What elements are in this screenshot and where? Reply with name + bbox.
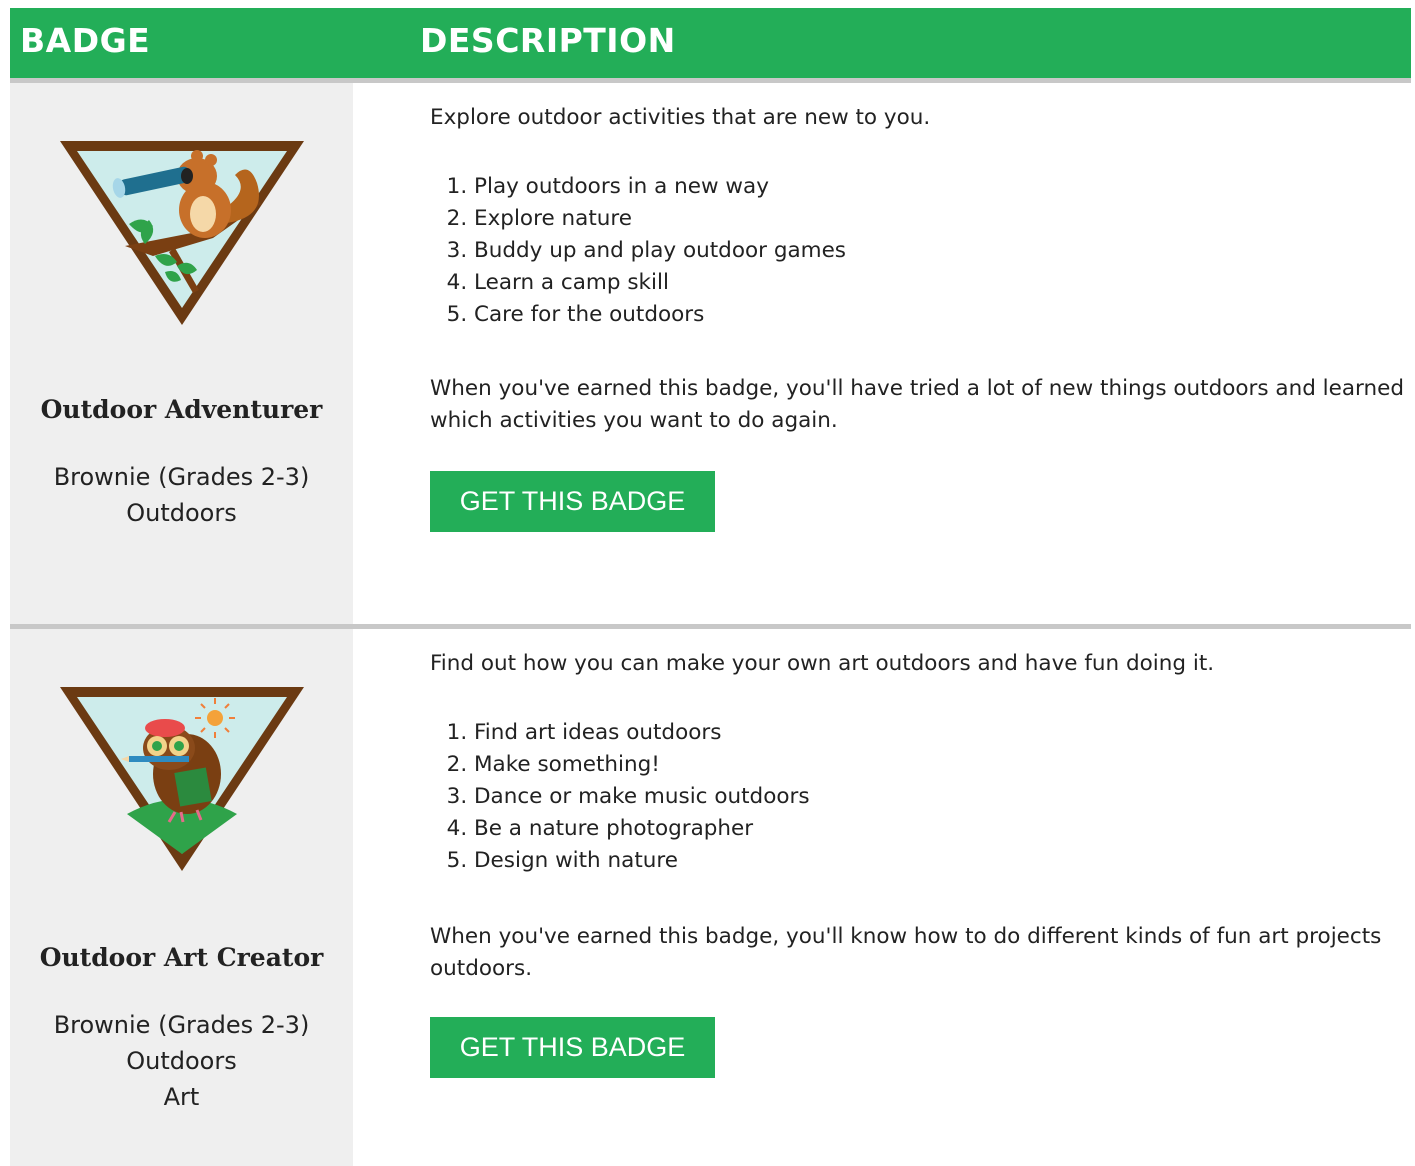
list-item: Make something!	[474, 749, 810, 781]
header-description-column: DESCRIPTION	[420, 21, 676, 60]
list-item: Dance or make music outdoors	[474, 781, 810, 813]
table-row: Outdoor Art Creator Brownie (Grades 2-3)…	[10, 629, 1411, 1166]
header-badge-column: BADGE	[20, 21, 151, 60]
badge-category: Outdoors	[126, 499, 237, 527]
badge-steps: Play outdoors in a new way Explore natur…	[430, 171, 846, 331]
list-item: Learn a camp skill	[474, 267, 846, 299]
badge-cell: Outdoor Art Creator Brownie (Grades 2-3)…	[10, 629, 353, 1166]
badge-category: Art	[163, 1083, 200, 1111]
badge-category: Outdoors	[126, 1047, 237, 1075]
badge-level: Brownie (Grades 2-3)	[53, 463, 310, 491]
list-item: Buddy up and play outdoor games	[474, 235, 846, 267]
list-item: Find art ideas outdoors	[474, 717, 810, 749]
list-item: Design with nature	[474, 845, 810, 877]
badge-meta: Brownie (Grades 2-3) Outdoors Art	[10, 1007, 353, 1115]
badge-meta: Brownie (Grades 2-3) Outdoors	[10, 459, 353, 531]
table-row: Outdoor Adventurer Brownie (Grades 2-3) …	[10, 83, 1411, 624]
badge-table: BADGE DESCRIPTION Outdoor Adventurer Bro…	[10, 8, 1411, 1166]
badge-name[interactable]: Outdoor Adventurer	[10, 395, 353, 424]
list-item: Explore nature	[474, 203, 846, 235]
badge-outcome: When you've earned this badge, you'll kn…	[430, 924, 1382, 981]
get-this-badge-button[interactable]: GET THIS BADGE	[430, 471, 715, 532]
owl-artist-badge-icon[interactable]	[57, 684, 307, 874]
badge-intro: Find out how you can make your own art o…	[430, 651, 1215, 676]
badge-intro: Explore outdoor activities that are new …	[430, 105, 931, 130]
badge-outcome: When you've earned this badge, you'll ha…	[430, 376, 1405, 433]
list-item: Be a nature photographer	[474, 813, 810, 845]
badge-cell: Outdoor Adventurer Brownie (Grades 2-3) …	[10, 83, 353, 624]
get-this-badge-button[interactable]: GET THIS BADGE	[430, 1017, 715, 1078]
badge-steps: Find art ideas outdoors Make something! …	[430, 717, 810, 877]
table-header: BADGE DESCRIPTION	[10, 8, 1411, 78]
list-item: Play outdoors in a new way	[474, 171, 846, 203]
list-item: Care for the outdoors	[474, 299, 846, 331]
chipmunk-binoculars-badge-icon[interactable]	[57, 138, 307, 328]
badge-level: Brownie (Grades 2-3)	[53, 1011, 310, 1039]
badge-name[interactable]: Outdoor Art Creator	[10, 943, 353, 972]
